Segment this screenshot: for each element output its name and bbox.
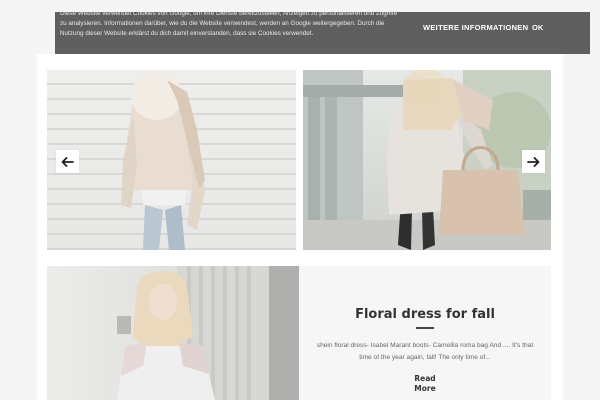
cookie-banner: Diese Website verwendet Cookies von Goog…	[55, 10, 590, 54]
read-more-line-2: More	[414, 384, 436, 393]
post-excerpt: shein floral dress- Isabel Marant boots-…	[316, 342, 534, 361]
fashion-photo-jacket	[121, 72, 205, 250]
arrow-left-icon	[61, 156, 74, 167]
slider-image-1[interactable]	[47, 70, 296, 250]
fashion-photo-street	[303, 70, 551, 250]
post-summary: Floral dress for fall shein floral dress…	[299, 266, 551, 400]
fashion-photo-floral-dress	[117, 266, 299, 400]
cookie-notice-text: Diese Website verwendet Cookies von Goog…	[60, 10, 398, 37]
arrow-right-icon	[527, 156, 540, 167]
title-divider	[416, 327, 434, 329]
ok-button[interactable]: OK	[532, 23, 543, 32]
post-thumbnail[interactable]	[47, 266, 299, 400]
slider-next-button[interactable]	[522, 150, 545, 173]
slider-image-2[interactable]	[303, 70, 551, 250]
more-info-link[interactable]: WEITERE INFORMATIONEN	[423, 23, 528, 32]
read-more-line-1: Read	[414, 374, 436, 383]
read-more-link[interactable]: Read More	[405, 374, 445, 394]
post-title[interactable]: Floral dress for fall	[299, 307, 551, 322]
slider-prev-button[interactable]	[56, 150, 79, 173]
